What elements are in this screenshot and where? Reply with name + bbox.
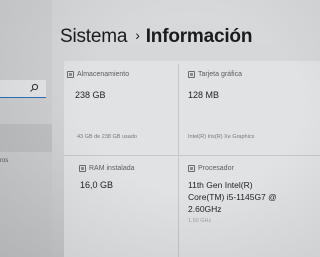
storage-value: 238 GB	[75, 90, 106, 100]
chevron-right-icon: ›	[135, 27, 140, 43]
settings-window: ros Sistema › Información Almacenamiento 2…	[0, 0, 320, 257]
storage-detail: 43 GB de 238 GB usado	[77, 134, 137, 140]
divider-vertical	[178, 64, 179, 257]
ram-value: 16,0 GB	[80, 180, 114, 190]
ram-icon	[79, 165, 86, 172]
page-title: Información	[145, 26, 253, 47]
processor-value-line-1: 11th Gen Intel(R)	[188, 180, 253, 190]
graphics-card-icon	[188, 71, 195, 78]
ram-label: RAM instalada	[89, 165, 135, 172]
sidebar-item-selected[interactable]	[0, 124, 52, 152]
processor-icon	[188, 165, 195, 172]
processor-label: Procesador	[198, 165, 234, 172]
sidebar: ros	[0, 0, 52, 257]
breadcrumb-parent[interactable]: Sistema	[60, 26, 127, 47]
storage-label: Almacenamiento	[77, 71, 130, 78]
processor-value-line-3: 2.60GHz	[188, 204, 222, 214]
graphics-detail: Intel(R) Iris(R) Xe Graphics	[188, 134, 255, 140]
breadcrumb: Sistema › Información	[60, 26, 252, 48]
processor-detail: 1.50 GHz	[188, 218, 212, 224]
sidebar-item-label[interactable]: ros	[0, 158, 8, 164]
graphics-label: Tarjeta gráfica	[198, 71, 242, 78]
processor-value-line-2: Core(TM) i5-1145G7 @	[188, 192, 277, 202]
divider-horizontal	[64, 155, 320, 156]
graphics-value: 128 MB	[188, 90, 220, 100]
search-input[interactable]	[0, 80, 46, 98]
storage-icon	[67, 71, 74, 78]
search-icon[interactable]	[29, 83, 39, 93]
